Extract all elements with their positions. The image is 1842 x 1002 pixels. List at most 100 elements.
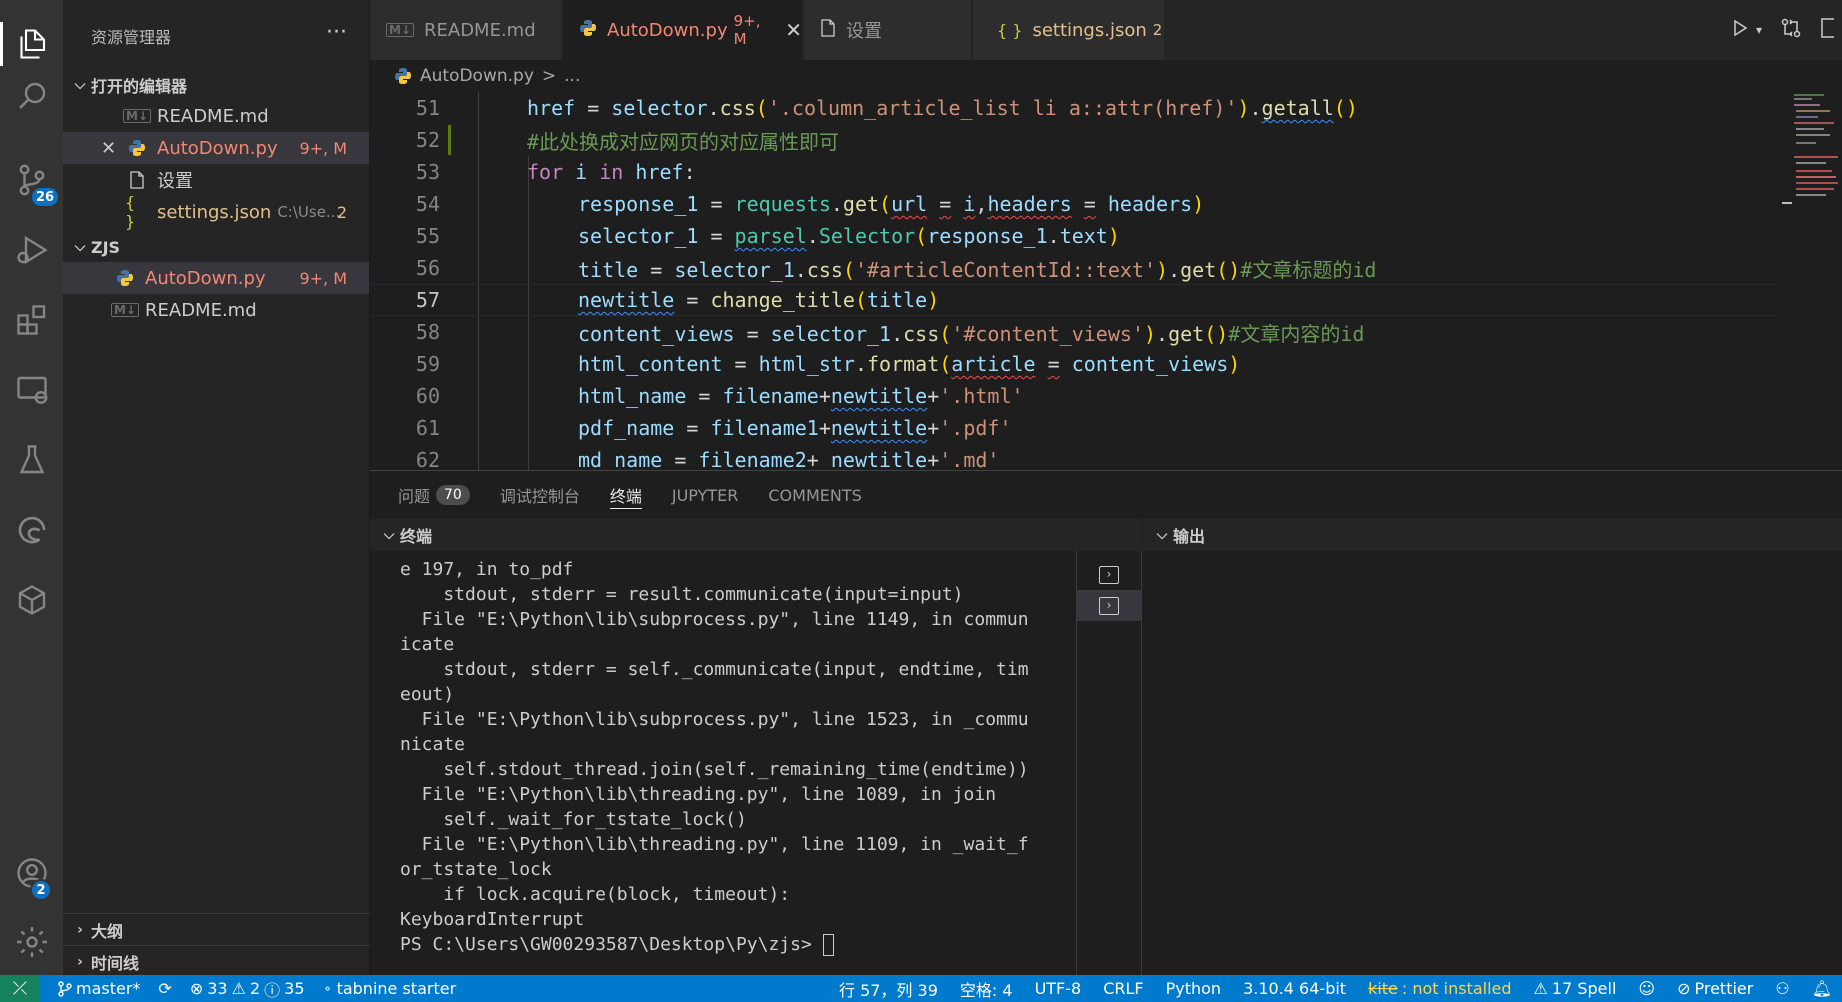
source-control-icon[interactable]: 26 <box>0 150 63 210</box>
run-icon[interactable] <box>1730 18 1750 43</box>
chevron-down-icon: ⌵ <box>1156 527 1168 543</box>
line-number: 58 <box>415 320 440 344</box>
timeline-label: 时间线 <box>91 953 140 973</box>
terminal-line: File "E:\Python\lib\threading.py", line … <box>400 784 997 805</box>
extensions-icon[interactable] <box>0 290 63 350</box>
remote-indicator-icon[interactable]: ⤫ <box>0 975 40 1002</box>
prettier-disabled-icon: ⊘ <box>1677 979 1691 998</box>
testing-icon[interactable] <box>0 430 63 490</box>
warning-icon: ⚠ <box>231 979 246 998</box>
copilot-icon[interactable]: ☺ <box>1638 979 1655 998</box>
file-status: 9+, M <box>299 138 347 158</box>
tab-jupyter[interactable]: JUPYTER <box>672 471 739 519</box>
indentation[interactable]: 空格: 4 <box>960 977 1013 1001</box>
python-interpreter[interactable]: 3.10.4 64-bit <box>1243 979 1346 998</box>
tab-settings-json[interactable]: { } settings.json 2 <box>973 0 1165 60</box>
account-icon[interactable]: 2 <box>0 843 63 903</box>
tree-item-readme[interactable]: M↓ README.md <box>63 294 369 326</box>
code-line: 53 for i in href: <box>370 156 1780 188</box>
minimap[interactable] <box>1782 92 1842 470</box>
file-path-desc: C:\Use... <box>277 203 341 221</box>
tree-item-autodown[interactable]: AutoDown.py 9+, M <box>63 262 369 294</box>
code-editor[interactable]: 51 href = selector.css('.column_article_… <box>370 92 1842 470</box>
json-file-icon: { } <box>997 20 1023 40</box>
line-number: 54 <box>415 192 440 216</box>
breadcrumb-file[interactable]: AutoDown.py <box>420 66 534 86</box>
chevron-down-icon[interactable]: ▾ <box>1756 23 1762 37</box>
output-view[interactable] <box>1143 551 1842 976</box>
open-editor-readme[interactable]: M↓ README.md <box>63 100 369 132</box>
terminal-icon: › <box>1099 565 1119 584</box>
chevron-right-icon: › <box>77 953 83 970</box>
terminal-section-header[interactable]: ⌵ 终端 <box>370 519 1142 551</box>
prettier-label: Prettier <box>1694 979 1754 998</box>
tab-settings[interactable]: 设置 <box>804 0 972 60</box>
more-actions-icon[interactable]: ··· <box>326 20 347 45</box>
cursor-position[interactable]: 行 57，列 39 <box>839 977 938 1001</box>
language-mode[interactable]: Python <box>1166 979 1221 998</box>
line-number: 59 <box>415 352 440 376</box>
git-branch-icon <box>58 980 72 997</box>
spell-indicator[interactable]: ⚠ 17 Spell <box>1534 979 1617 998</box>
explorer-icon[interactable] <box>0 14 63 74</box>
kite-status[interactable]: kite: not installed <box>1368 979 1511 998</box>
line-number: 53 <box>415 160 440 184</box>
account-badge: 2 <box>30 879 52 901</box>
file-status: 9+, M <box>299 268 347 288</box>
tab-terminal[interactable]: 终端 <box>609 471 642 519</box>
feedback-icon[interactable]: ⚇ <box>1775 979 1789 998</box>
close-icon[interactable]: ✕ <box>101 138 116 159</box>
search-icon[interactable] <box>0 66 63 126</box>
outline-section[interactable]: › 大纲 <box>63 913 370 945</box>
breadcrumb-symbol[interactable]: ... <box>564 66 580 86</box>
open-editor-settings-json[interactable]: { } settings.json C:\Use... 2 <box>63 193 369 231</box>
tab-comments[interactable]: COMMENTS <box>768 471 861 519</box>
tab-label: JUPYTER <box>671 485 739 505</box>
workspace-header[interactable]: ⌵ ZJS <box>63 232 369 262</box>
problems-indicator[interactable]: ⊗ 33 ⚠ 2 ⓘ 35 <box>190 977 305 1001</box>
terminal-line: eout) <box>400 684 455 705</box>
problems-count-badge: 70 <box>436 485 470 505</box>
terminal-instance-2[interactable]: › <box>1077 590 1141 621</box>
open-editor-settings[interactable]: 设置 <box>63 164 369 196</box>
open-editor-autodown[interactable]: ✕ AutoDown.py 9+, M <box>63 132 369 164</box>
terminal-output[interactable]: e 197, in to_pdf stdout, stderr = result… <box>370 551 1076 976</box>
output-section-header[interactable]: ⌵ 输出 <box>1143 519 1842 551</box>
markdown-file-icon: M↓ <box>111 300 139 320</box>
close-icon[interactable]: ✕ <box>785 18 802 42</box>
branch-indicator[interactable]: master* <box>58 979 140 998</box>
file-icon <box>125 170 149 190</box>
tab-autodown[interactable]: AutoDown.py 9+, M ✕ <box>563 0 803 60</box>
tab-readme[interactable]: M↓ README.md <box>370 0 562 60</box>
terminal-icon: › <box>1099 596 1119 615</box>
split-editor-icon[interactable] <box>1820 17 1837 44</box>
tab-label: 调试控制台 <box>499 487 580 506</box>
tab-label: 设置 <box>846 21 882 42</box>
code-line: 55 selector_1 = parsel.Selector(response… <box>370 220 1780 252</box>
settings-gear-icon[interactable] <box>0 912 63 972</box>
timeline-section[interactable]: › 时间线 <box>63 945 370 977</box>
line-ending[interactable]: CRLF <box>1103 979 1143 998</box>
line-number: 51 <box>415 96 440 120</box>
edge-devtools-icon[interactable] <box>0 500 63 560</box>
spell-label: 17 Spell <box>1551 979 1617 998</box>
sync-icon[interactable]: ⟳ <box>158 979 171 998</box>
terminal-instance-1[interactable]: › <box>1077 559 1141 590</box>
notifications-bell-icon[interactable]: 🔔︎ <box>1812 979 1832 998</box>
tabnine-status[interactable]: ⚬ tabnine starter <box>323 979 457 998</box>
tab-label: COMMENTS <box>768 485 862 505</box>
tab-debug-console[interactable]: 调试控制台 <box>500 471 580 519</box>
remote-explorer-icon[interactable] <box>0 360 63 420</box>
git-change-marker <box>448 125 451 155</box>
run-debug-icon[interactable] <box>0 220 63 280</box>
bottom-panel: 问题 70 调试控制台 终端 JUPYTER COMMENTS ⌵ 终端 ⌵ 输… <box>370 470 1842 976</box>
open-editors-header[interactable]: ⌵ 打开的编辑器 <box>63 70 369 100</box>
compare-changes-icon[interactable] <box>1780 17 1802 44</box>
prettier-status[interactable]: ⊘ Prettier <box>1677 979 1753 998</box>
code-line: 59 html_content = html_str.format(articl… <box>370 348 1780 380</box>
docker-cube-icon[interactable] <box>0 570 63 630</box>
file-icon <box>820 18 836 42</box>
tab-problems[interactable]: 问题 70 <box>398 471 470 519</box>
file-label: AutoDown.py <box>157 137 278 159</box>
encoding[interactable]: UTF-8 <box>1035 979 1082 998</box>
